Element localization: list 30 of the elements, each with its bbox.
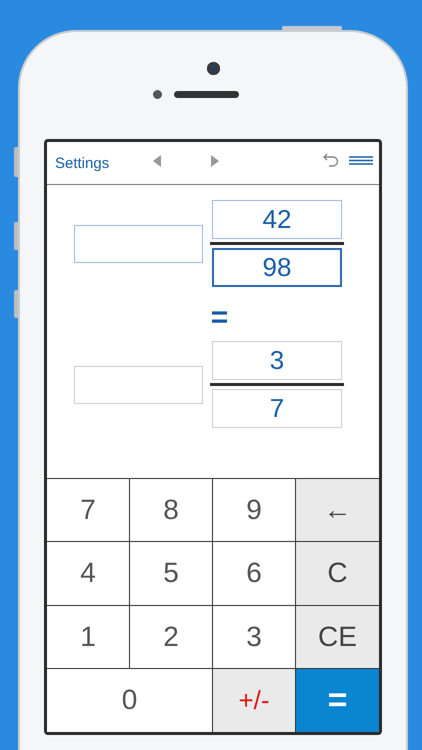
undo-icon[interactable] [323, 153, 339, 167]
numerator-field[interactable]: 42 [212, 200, 342, 239]
sensor-icon [153, 90, 162, 99]
keypad-key[interactable]: ← [296, 479, 379, 542]
whole-number-field[interactable] [74, 224, 203, 262]
menu-icon[interactable] [349, 156, 373, 164]
speaker-icon [174, 91, 239, 98]
keypad-key[interactable]: 3 [213, 606, 296, 669]
keypad-key[interactable]: 8 [130, 479, 213, 542]
keypad-key[interactable]: 4 [47, 542, 130, 606]
keypad-key[interactable]: C [296, 542, 379, 606]
keypad-key[interactable]: +/- [213, 668, 296, 732]
keypad-key[interactable]: 7 [47, 479, 130, 542]
keypad-key[interactable]: 2 [130, 606, 213, 669]
next-icon[interactable] [211, 155, 220, 167]
previous-icon[interactable] [153, 155, 162, 167]
numerator-field[interactable]: 3 [212, 341, 342, 380]
keypad-key[interactable]: 1 [47, 606, 130, 669]
keypad-key[interactable]: CE [296, 606, 379, 669]
denominator-field[interactable]: 98 [212, 248, 342, 287]
keypad-key[interactable]: = [296, 668, 379, 732]
keypad-key[interactable]: 9 [213, 479, 296, 542]
settings-button[interactable]: Settings [55, 154, 110, 172]
camera-icon [206, 62, 220, 75]
equals-sign: = [210, 303, 228, 333]
keypad-key[interactable]: 0 [47, 668, 213, 732]
keypad-key[interactable]: 5 [130, 542, 213, 606]
keypad-key[interactable]: 6 [213, 542, 296, 606]
whole-number-field[interactable] [74, 366, 203, 404]
denominator-field[interactable]: 7 [212, 389, 342, 428]
